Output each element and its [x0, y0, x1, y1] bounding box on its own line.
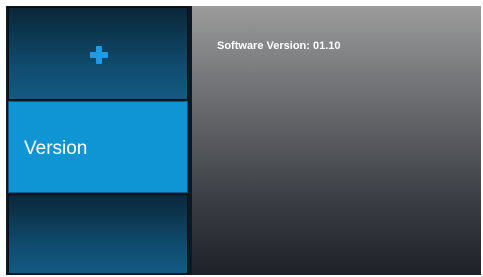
- app-frame: Version Software Version: 01.10: [6, 6, 481, 275]
- sidebar-item-label: Version: [24, 138, 88, 159]
- plus-icon: [90, 46, 108, 64]
- sidebar-item-empty[interactable]: [8, 194, 188, 274]
- software-version-text: Software Version: 01.10: [217, 40, 341, 52]
- sidebar-item-version[interactable]: Version: [8, 101, 188, 193]
- content-panel: Software Version: 01.10: [192, 6, 481, 275]
- sidebar-item-add[interactable]: [8, 7, 188, 100]
- sidebar: Version: [6, 6, 190, 275]
